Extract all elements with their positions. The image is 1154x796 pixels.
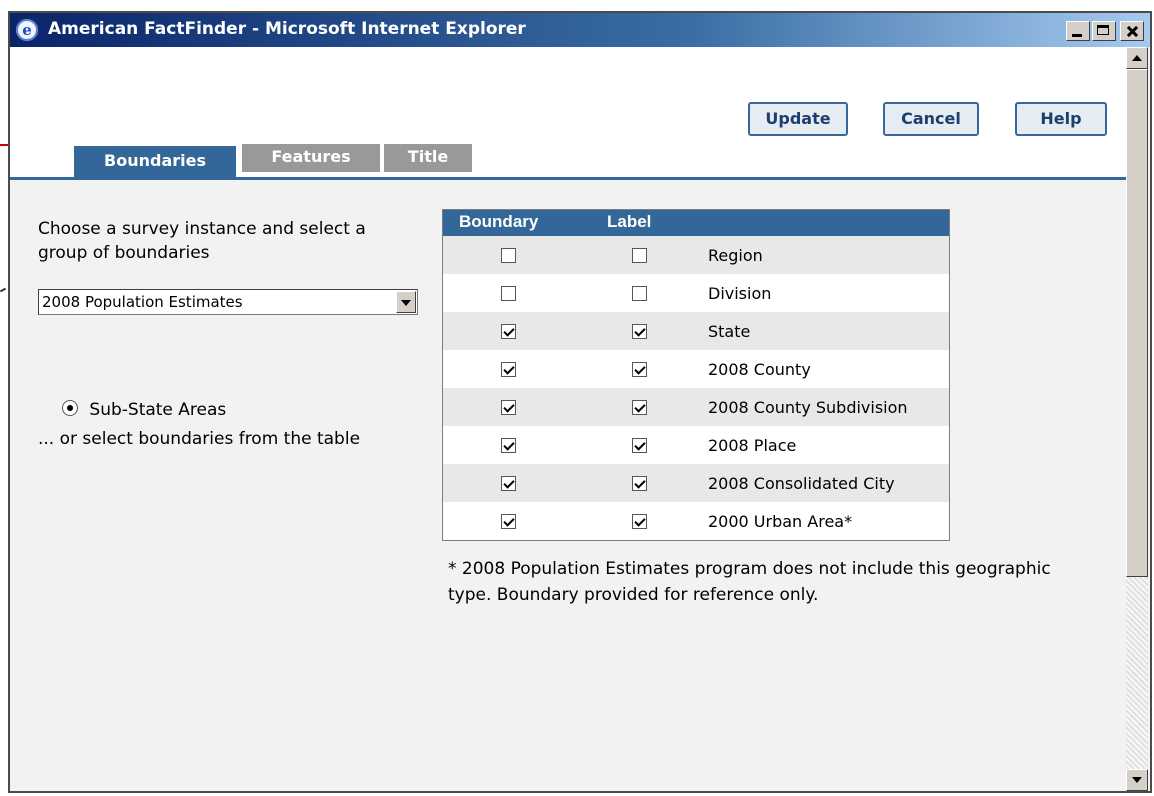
table-row: State (443, 312, 949, 350)
vertical-scrollbar[interactable] (1126, 47, 1148, 791)
radio-label: Sub-State Areas (89, 400, 227, 420)
boundary-checkbox[interactable] (501, 324, 516, 339)
table-body: Region Division State 2008 County 2008 Count… (443, 236, 949, 540)
column-header-boundary: Boundary (459, 212, 539, 231)
browser-window: e American FactFinder - Microsoft Intern… (8, 11, 1152, 793)
boundary-name: 2008 County Subdivision (708, 398, 908, 417)
sub-state-areas-radio[interactable]: Sub-State Areas (62, 400, 226, 420)
boundary-checkbox[interactable] (501, 438, 516, 453)
table-row: Region (443, 236, 949, 274)
boundary-name: Division (708, 284, 772, 303)
scroll-thumb[interactable] (1126, 69, 1148, 577)
window-title: American FactFinder - Microsoft Internet… (48, 19, 526, 39)
table-row: 2008 County (443, 350, 949, 388)
boundary-checkbox[interactable] (501, 400, 516, 415)
close-icon[interactable] (1120, 21, 1144, 41)
boundary-checkbox[interactable] (501, 362, 516, 377)
label-checkbox[interactable] (632, 248, 647, 263)
help-button[interactable]: Help (1015, 102, 1107, 136)
label-checkbox[interactable] (632, 400, 647, 415)
title-bar[interactable]: e American FactFinder - Microsoft Intern… (10, 13, 1150, 47)
chevron-down-icon[interactable] (396, 291, 416, 313)
boundary-checkbox[interactable] (501, 514, 516, 529)
label-checkbox[interactable] (632, 324, 647, 339)
update-button[interactable]: Update (748, 102, 848, 136)
minimize-icon[interactable] (1066, 21, 1090, 41)
boundary-name: 2008 Consolidated City (708, 474, 895, 493)
tab-features[interactable]: Features (242, 144, 380, 172)
maximize-icon[interactable] (1092, 21, 1116, 41)
instructions-text: Choose a survey instance and select a gr… (38, 219, 366, 263)
table-row: 2008 County Subdivision (443, 388, 949, 426)
boundary-table: Boundary Label Region Division State 2008 C… (442, 209, 950, 541)
boundary-name: Region (708, 246, 763, 265)
boundary-name: 2008 County (708, 360, 811, 379)
boundary-name: 2008 Place (708, 436, 797, 455)
tab-boundaries[interactable]: Boundaries (74, 146, 236, 177)
boundary-checkbox[interactable] (501, 476, 516, 491)
label-checkbox[interactable] (632, 514, 647, 529)
boundary-checkbox[interactable] (501, 286, 516, 301)
boundary-name: State (708, 322, 751, 341)
table-row: 2008 Place (443, 426, 949, 464)
table-header: Boundary Label (443, 210, 949, 236)
scroll-up-icon[interactable] (1126, 47, 1148, 69)
label-checkbox[interactable] (632, 362, 647, 377)
footnote: * 2008 Population Estimates program does… (448, 559, 1051, 605)
radio-selected-icon[interactable] (62, 400, 78, 416)
tab-title[interactable]: Title (384, 144, 472, 172)
column-header-label: Label (607, 212, 652, 231)
boundary-name: 2000 Urban Area* (708, 512, 853, 531)
boundary-checkbox[interactable] (501, 248, 516, 263)
dialog-header: Update Cancel Help Boundaries Features T… (10, 47, 1126, 180)
ie-icon: e (16, 19, 38, 41)
scroll-down-icon[interactable] (1126, 769, 1148, 791)
annotation-line (0, 287, 7, 293)
cancel-button[interactable]: Cancel (883, 102, 979, 136)
label-checkbox[interactable] (632, 438, 647, 453)
survey-select[interactable]: 2008 Population Estimates (38, 289, 418, 315)
table-row: 2000 Urban Area* (443, 502, 949, 540)
label-checkbox[interactable] (632, 286, 647, 301)
table-row: Division (443, 274, 949, 312)
label-checkbox[interactable] (632, 476, 647, 491)
survey-select-value: 2008 Population Estimates (42, 293, 243, 311)
select-from-table-text: ... or select boundaries from the table (38, 429, 361, 449)
table-row: 2008 Consolidated City (443, 464, 949, 502)
page-content: Update Cancel Help Boundaries Features T… (10, 47, 1126, 791)
